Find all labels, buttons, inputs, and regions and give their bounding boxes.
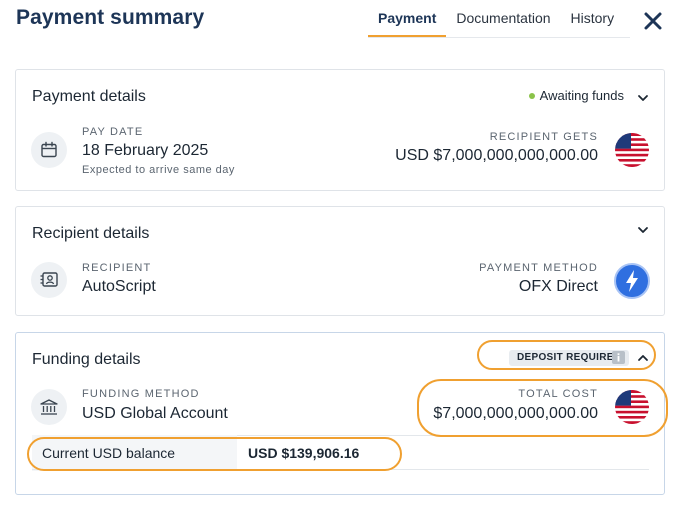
pay-date-value: 18 February 2025 xyxy=(82,142,209,159)
tab-divider xyxy=(368,37,630,38)
balance-row: Current USD balance USD $139,906.16 xyxy=(32,435,649,471)
close-button[interactable] xyxy=(640,8,666,34)
page-title: Payment summary xyxy=(16,6,205,29)
ofx-direct-lightning-icon xyxy=(614,263,650,299)
total-cost-label: TOTAL COST xyxy=(518,388,598,400)
us-flag-icon xyxy=(615,133,649,167)
funding-details-card: Funding details DEPOSIT REQUIRED FUNDING… xyxy=(15,332,665,495)
tab-history[interactable]: History xyxy=(561,0,625,38)
divider xyxy=(32,469,649,470)
recipient-gets-value: USD $7,000,000,000,000.00 xyxy=(395,147,598,164)
header: Payment summary Payment Documentation Hi… xyxy=(0,0,680,40)
recipient-value: AutoScript xyxy=(82,278,156,295)
bank-icon-wrap xyxy=(31,389,67,425)
payment-details-title: Payment details xyxy=(32,88,146,105)
pay-date-label: PAY DATE xyxy=(82,126,144,138)
chevron-down-icon[interactable] xyxy=(636,223,650,237)
balance-label: Current USD balance xyxy=(42,445,176,461)
funding-details-title: Funding details xyxy=(32,351,141,368)
status-text: Awaiting funds xyxy=(539,88,624,103)
calendar-icon-wrap xyxy=(31,132,67,168)
tab-payment[interactable]: Payment xyxy=(368,0,447,38)
payment-method-value: OFX Direct xyxy=(518,278,598,295)
pay-date-hint: Expected to arrive same day xyxy=(82,164,235,176)
funding-method-label: FUNDING METHOD xyxy=(82,388,200,400)
contact-icon-wrap xyxy=(31,262,67,298)
recipient-label: RECIPIENT xyxy=(82,262,152,274)
tab-bar: Payment Documentation History xyxy=(368,0,624,38)
bank-icon xyxy=(40,399,58,415)
recipient-details-card: Recipient details RECIPIENT AutoScript P… xyxy=(15,206,665,316)
balance-label-cell: Current USD balance xyxy=(32,435,237,471)
status-dot xyxy=(528,92,535,99)
info-icon[interactable] xyxy=(612,351,625,364)
recipient-details-title: Recipient details xyxy=(32,225,150,242)
us-flag-icon xyxy=(615,390,649,424)
contact-card-icon xyxy=(40,272,58,287)
chevron-down-icon[interactable] xyxy=(636,91,650,105)
close-icon xyxy=(644,12,662,30)
status-badge: Awaiting funds xyxy=(528,88,624,103)
tab-documentation[interactable]: Documentation xyxy=(446,0,560,38)
payment-method-label: PAYMENT METHOD xyxy=(479,262,598,274)
recipient-gets-label: RECIPIENT GETS xyxy=(489,131,598,143)
chevron-up-icon[interactable] xyxy=(636,351,650,365)
funding-method-value: USD Global Account xyxy=(82,405,228,422)
payment-details-card: Payment details Awaiting funds PAY DATE … xyxy=(15,69,665,191)
calendar-icon xyxy=(41,141,57,158)
balance-value: USD $139,906.16 xyxy=(248,445,360,461)
total-cost-value: $7,000,000,000,000.00 xyxy=(433,405,598,422)
